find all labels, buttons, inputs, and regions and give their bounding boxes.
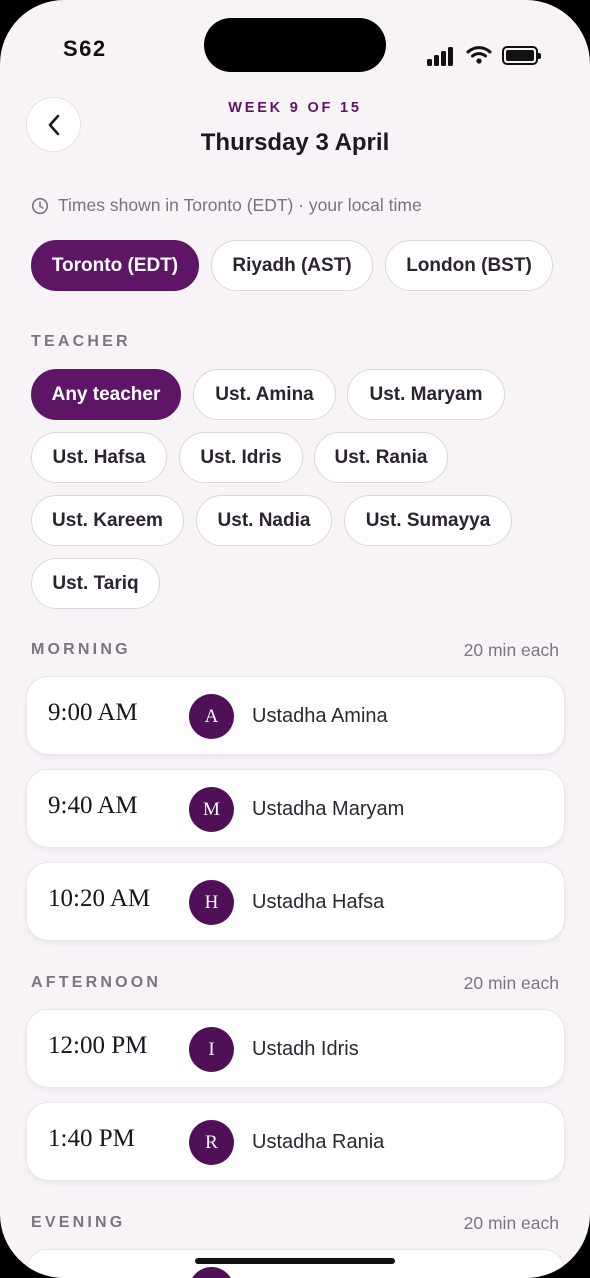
avatar: I [189,1027,234,1072]
slot-time: 10:20 AM [48,885,151,912]
avatar: A [189,694,234,739]
teacher-chip-kareem[interactable]: Ust. Kareem [31,495,184,546]
time-slot-card[interactable]: 10:20 AM H Ustadha Hafsa [26,862,565,941]
time-slot-card[interactable]: 1:40 PM R Ustadha Rania [26,1102,565,1181]
slot-time: 12:00 PM [48,1032,148,1059]
week-label: WEEK 9 OF 15 [228,100,362,116]
teacher-chip-tariq[interactable]: Ust. Tariq [31,558,160,609]
afternoon-duration-note: 20 min each [463,973,559,993]
teacher-chip-nadia[interactable]: Ust. Nadia [196,495,332,546]
timezone-chip-london[interactable]: London (BST) [385,240,553,291]
timezone-note-text: Times shown in Toronto (EDT) · your loca… [58,195,422,215]
morning-duration-note: 20 min each [463,640,559,660]
timezone-chip-riyadh[interactable]: Riyadh (AST) [211,240,373,291]
avatar [189,1267,234,1278]
battery-icon [502,46,541,65]
teacher-section-label: TEACHER [31,333,131,350]
cellular-signal-icon [427,47,455,66]
evening-duration-note: 20 min each [463,1213,559,1233]
afternoon-section-label: AFTERNOON [31,974,162,991]
phone-screen: S62 WEEK 9 OF 15 Thursday 3 April Times [0,0,590,1278]
page-title: Thursday 3 April [200,129,390,156]
avatar: M [189,787,234,832]
teacher-chip-amina[interactable]: Ust. Amina [193,369,336,420]
time-slot-card[interactable]: 9:40 AM M Ustadha Maryam [26,769,565,848]
status-time: S62 [63,36,107,61]
time-slot-card[interactable]: 12:00 PM I Ustadh Idris [26,1009,565,1088]
teacher-chip-hafsa[interactable]: Ust. Hafsa [31,432,167,483]
timezone-note: Times shown in Toronto (EDT) · your loca… [31,195,422,216]
teacher-chip-maryam[interactable]: Ust. Maryam [347,369,505,420]
teacher-chip-sumayya[interactable]: Ust. Sumayya [344,495,512,546]
time-slot-card[interactable]: 9:00 AM A Ustadha Amina [26,676,565,755]
teacher-chip-idris[interactable]: Ust. Idris [179,432,303,483]
slot-teacher-name: Ustadha Hafsa [252,891,385,913]
home-indicator[interactable] [195,1258,395,1264]
status-bar: S62 [0,0,590,90]
slot-time: 9:40 AM [48,792,138,819]
teacher-chip-rania[interactable]: Ust. Rania [314,432,448,483]
evening-section-label: EVENING [31,1214,126,1231]
wifi-icon [466,46,492,64]
timezone-chip-toronto[interactable]: Toronto (EDT) [31,240,199,291]
avatar: R [189,1120,234,1165]
slot-teacher-name: Ustadha Maryam [252,798,405,820]
avatar: H [189,880,234,925]
slot-teacher-name: Ustadh Idris [252,1038,359,1060]
clock-icon [31,197,49,214]
teacher-chip-any[interactable]: Any teacher [31,369,181,420]
slot-teacher-name: Ustadha Rania [252,1131,385,1153]
slot-time: 9:00 AM [48,699,138,726]
dynamic-island [204,18,386,72]
morning-section-label: MORNING [31,641,131,658]
slot-teacher-name: Ustadha Amina [252,705,388,727]
slot-time: 1:40 PM [48,1125,135,1152]
